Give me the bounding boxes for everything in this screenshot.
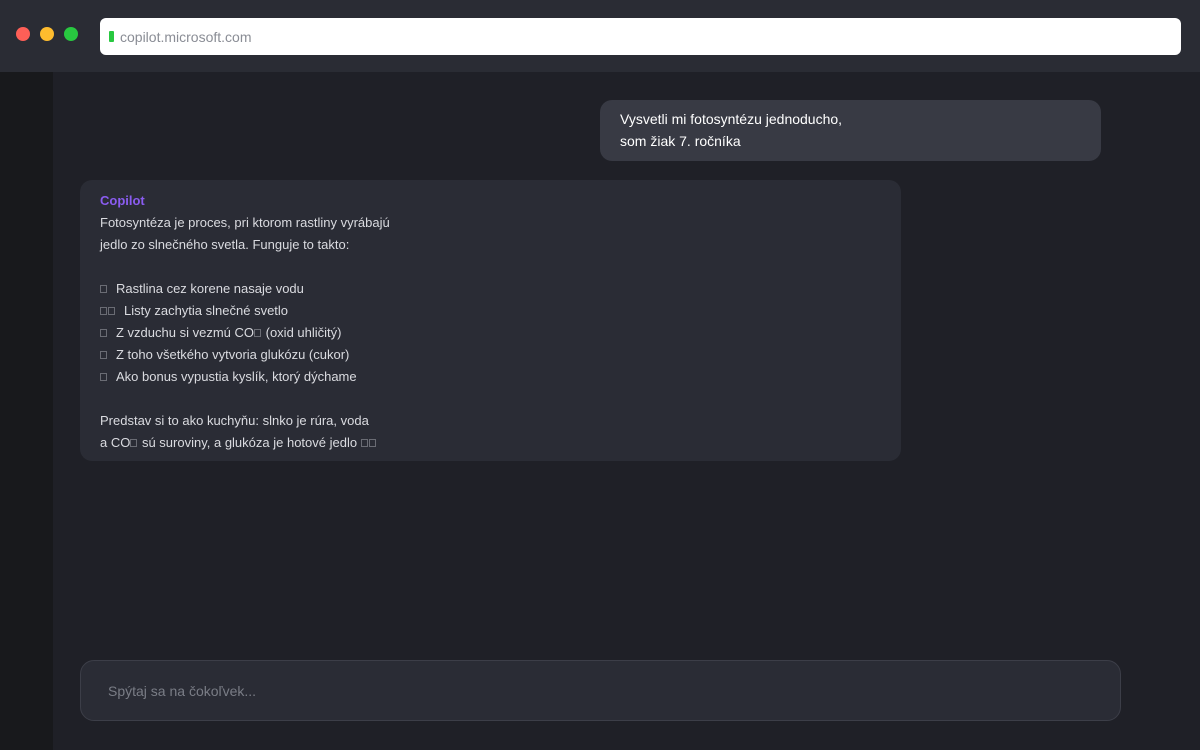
step-text: Z toho všetkého vytvoria glukózu (cukor) <box>116 347 350 362</box>
step-text-suffix: (oxid uhličitý) <box>265 325 342 340</box>
message-composer[interactable] <box>80 660 1121 721</box>
user-message-line: som žiak 7. ročníka <box>620 133 741 149</box>
subscript-two-glyph <box>254 329 261 337</box>
step-text: Rastlina cez korene nasaje vodu <box>116 281 304 296</box>
assistant-text-line: a CO sú suroviny, a glukóza je hotové je… <box>100 432 881 454</box>
minimize-window-button[interactable] <box>40 27 54 41</box>
step-text: Listy zachytia slnečné svetlo <box>124 303 289 318</box>
step-item: Rastlina cez korene nasaje vodu <box>100 278 881 300</box>
browser-window: copilot.microsoft.com Vysvetli mi fotosy… <box>0 0 1200 750</box>
step-item: Ako bonus vypustia kyslík, ktorý dýchame <box>100 366 881 388</box>
step-item: Z vzduchu si vezmú CO (oxid uhličitý) <box>100 322 881 344</box>
user-message-line: Vysvetli mi fotosyntézu jednoducho, <box>620 111 843 127</box>
cooking-emoji-icon <box>360 439 368 447</box>
title-bar: copilot.microsoft.com <box>0 0 1200 72</box>
url-text: copilot.microsoft.com <box>120 28 252 45</box>
sugar-emoji-icon <box>100 351 107 359</box>
assistant-text-line: jedlo zo slnečného svetla. Funguje to ta… <box>100 237 350 252</box>
oxygen-emoji-icon <box>100 373 107 381</box>
step-item: Listy zachytia slnečné svetlo <box>100 300 881 322</box>
wind-emoji-icon <box>100 329 107 337</box>
assistant-text-line: Fotosyntéza je proces, pri ktorom rastli… <box>100 215 390 230</box>
subscript-two-glyph <box>130 439 138 447</box>
step-item: Z toho všetkého vytvoria glukózu (cukor) <box>100 344 881 366</box>
assistant-message: Copilot Fotosyntéza je proces, pri ktoro… <box>80 180 901 461</box>
user-message: Vysvetli mi fotosyntézu jednoducho, som … <box>600 100 1101 161</box>
step-text: Z vzduchu si vezmú CO <box>116 325 254 340</box>
secure-lock-icon <box>109 31 114 42</box>
assistant-name: Copilot <box>100 193 145 208</box>
sun-emoji-icon <box>100 307 107 315</box>
address-bar[interactable]: copilot.microsoft.com <box>100 18 1181 55</box>
close-window-button[interactable] <box>16 27 30 41</box>
maximize-window-button[interactable] <box>64 27 78 41</box>
assistant-text-line: Predstav si to ako kuchyňu: slnko je rúr… <box>100 413 369 428</box>
step-text: Ako bonus vypustia kyslík, ktorý dýchame <box>116 369 357 384</box>
chat-input[interactable] <box>108 682 1088 699</box>
water-emoji-icon <box>100 285 107 293</box>
sidebar <box>0 72 53 750</box>
food-emoji-icon <box>368 439 376 447</box>
leaf-emoji-icon <box>108 307 115 315</box>
